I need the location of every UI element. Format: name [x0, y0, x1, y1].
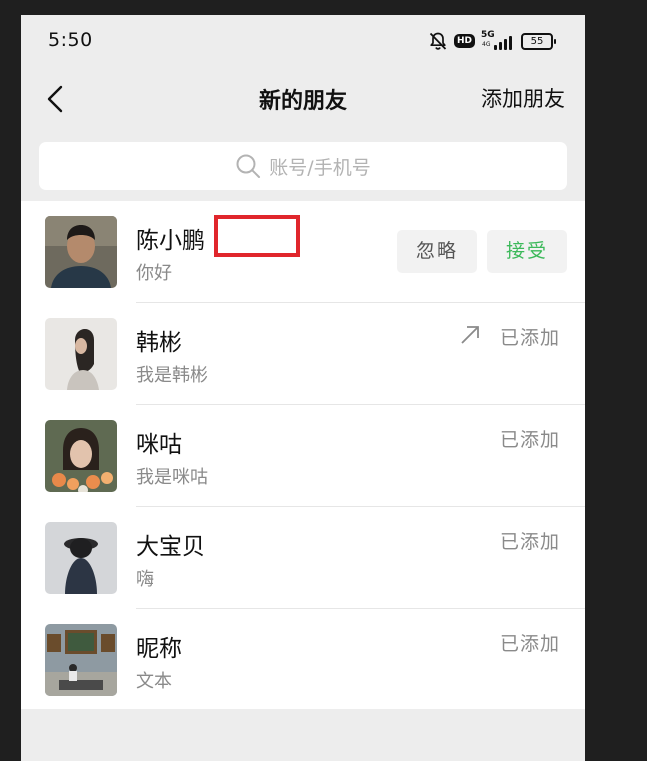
- contact-name: 韩彬: [136, 330, 182, 356]
- request-message: 我是韩彬: [136, 365, 208, 386]
- contact-name: 陈小鹏: [136, 228, 205, 254]
- avatar-photo: [45, 624, 117, 696]
- phone-screen: 5:50 HD 5G 4G 55 新的朋友 添加朋友 账号/手机号 陈小鹏 你好…: [21, 15, 585, 761]
- avatar-photo: [45, 216, 117, 288]
- list-item[interactable]: 韩彬 我是韩彬 已添加: [21, 303, 585, 405]
- ignore-button[interactable]: 忽略: [397, 230, 477, 273]
- highlight-box: [214, 215, 300, 257]
- added-status: 已添加: [499, 633, 560, 655]
- request-message: 我是咪咕: [136, 467, 208, 488]
- list-item[interactable]: 大宝贝 嗨 已添加: [21, 507, 585, 609]
- signal-indicator: 5G 4G: [481, 30, 515, 52]
- avatar[interactable]: [45, 624, 117, 696]
- status-time: 5:50: [48, 29, 93, 51]
- search-placeholder: 账号/手机号: [269, 156, 371, 179]
- list-item[interactable]: 昵称 文本 已添加: [21, 609, 585, 709]
- status-icons: HD 5G 4G 55: [428, 29, 556, 53]
- status-bar: 5:50 HD 5G 4G 55: [21, 15, 585, 67]
- search-input[interactable]: 账号/手机号: [39, 142, 567, 190]
- added-status: 已添加: [499, 327, 560, 349]
- request-message: 你好: [136, 263, 172, 284]
- list-item[interactable]: 陈小鹏 你好 忽略 接受: [21, 201, 585, 303]
- bell-muted-icon: [429, 32, 447, 50]
- sub-network-type: 4G: [482, 41, 491, 48]
- list-item[interactable]: 咪咕 我是咪咕 已添加: [21, 405, 585, 507]
- battery-icon: 55: [521, 32, 556, 50]
- avatar-photo: [45, 318, 117, 390]
- request-message: 文本: [136, 671, 172, 692]
- added-status: 已添加: [499, 531, 560, 553]
- avatar[interactable]: [45, 216, 117, 288]
- nav-header: 新的朋友 添加朋友: [21, 67, 585, 129]
- avatar[interactable]: [45, 318, 117, 390]
- arrow-up-right-icon: [461, 326, 479, 344]
- battery-level: 55: [530, 35, 544, 47]
- search-icon: [236, 154, 261, 178]
- hd-badge: HD: [453, 34, 475, 48]
- added-status: 已添加: [499, 429, 560, 451]
- network-type: 5G: [481, 30, 495, 40]
- avatar-photo: [45, 420, 117, 492]
- add-friend-button[interactable]: 添加朋友: [481, 83, 565, 113]
- contact-name: 大宝贝: [136, 534, 205, 560]
- accept-button[interactable]: 接受: [487, 230, 567, 273]
- contact-name: 咪咕: [136, 432, 182, 458]
- avatar[interactable]: [45, 420, 117, 492]
- signal-bars-icon: [494, 36, 512, 50]
- request-message: 嗨: [136, 569, 154, 590]
- avatar[interactable]: [45, 522, 117, 594]
- contact-name: 昵称: [136, 636, 182, 662]
- avatar-photo: [45, 522, 117, 594]
- friend-request-list: 陈小鹏 你好 忽略 接受 韩彬 我是韩彬 已添加 咪咕 我是咪咕 已添加 大宝贝…: [21, 201, 585, 709]
